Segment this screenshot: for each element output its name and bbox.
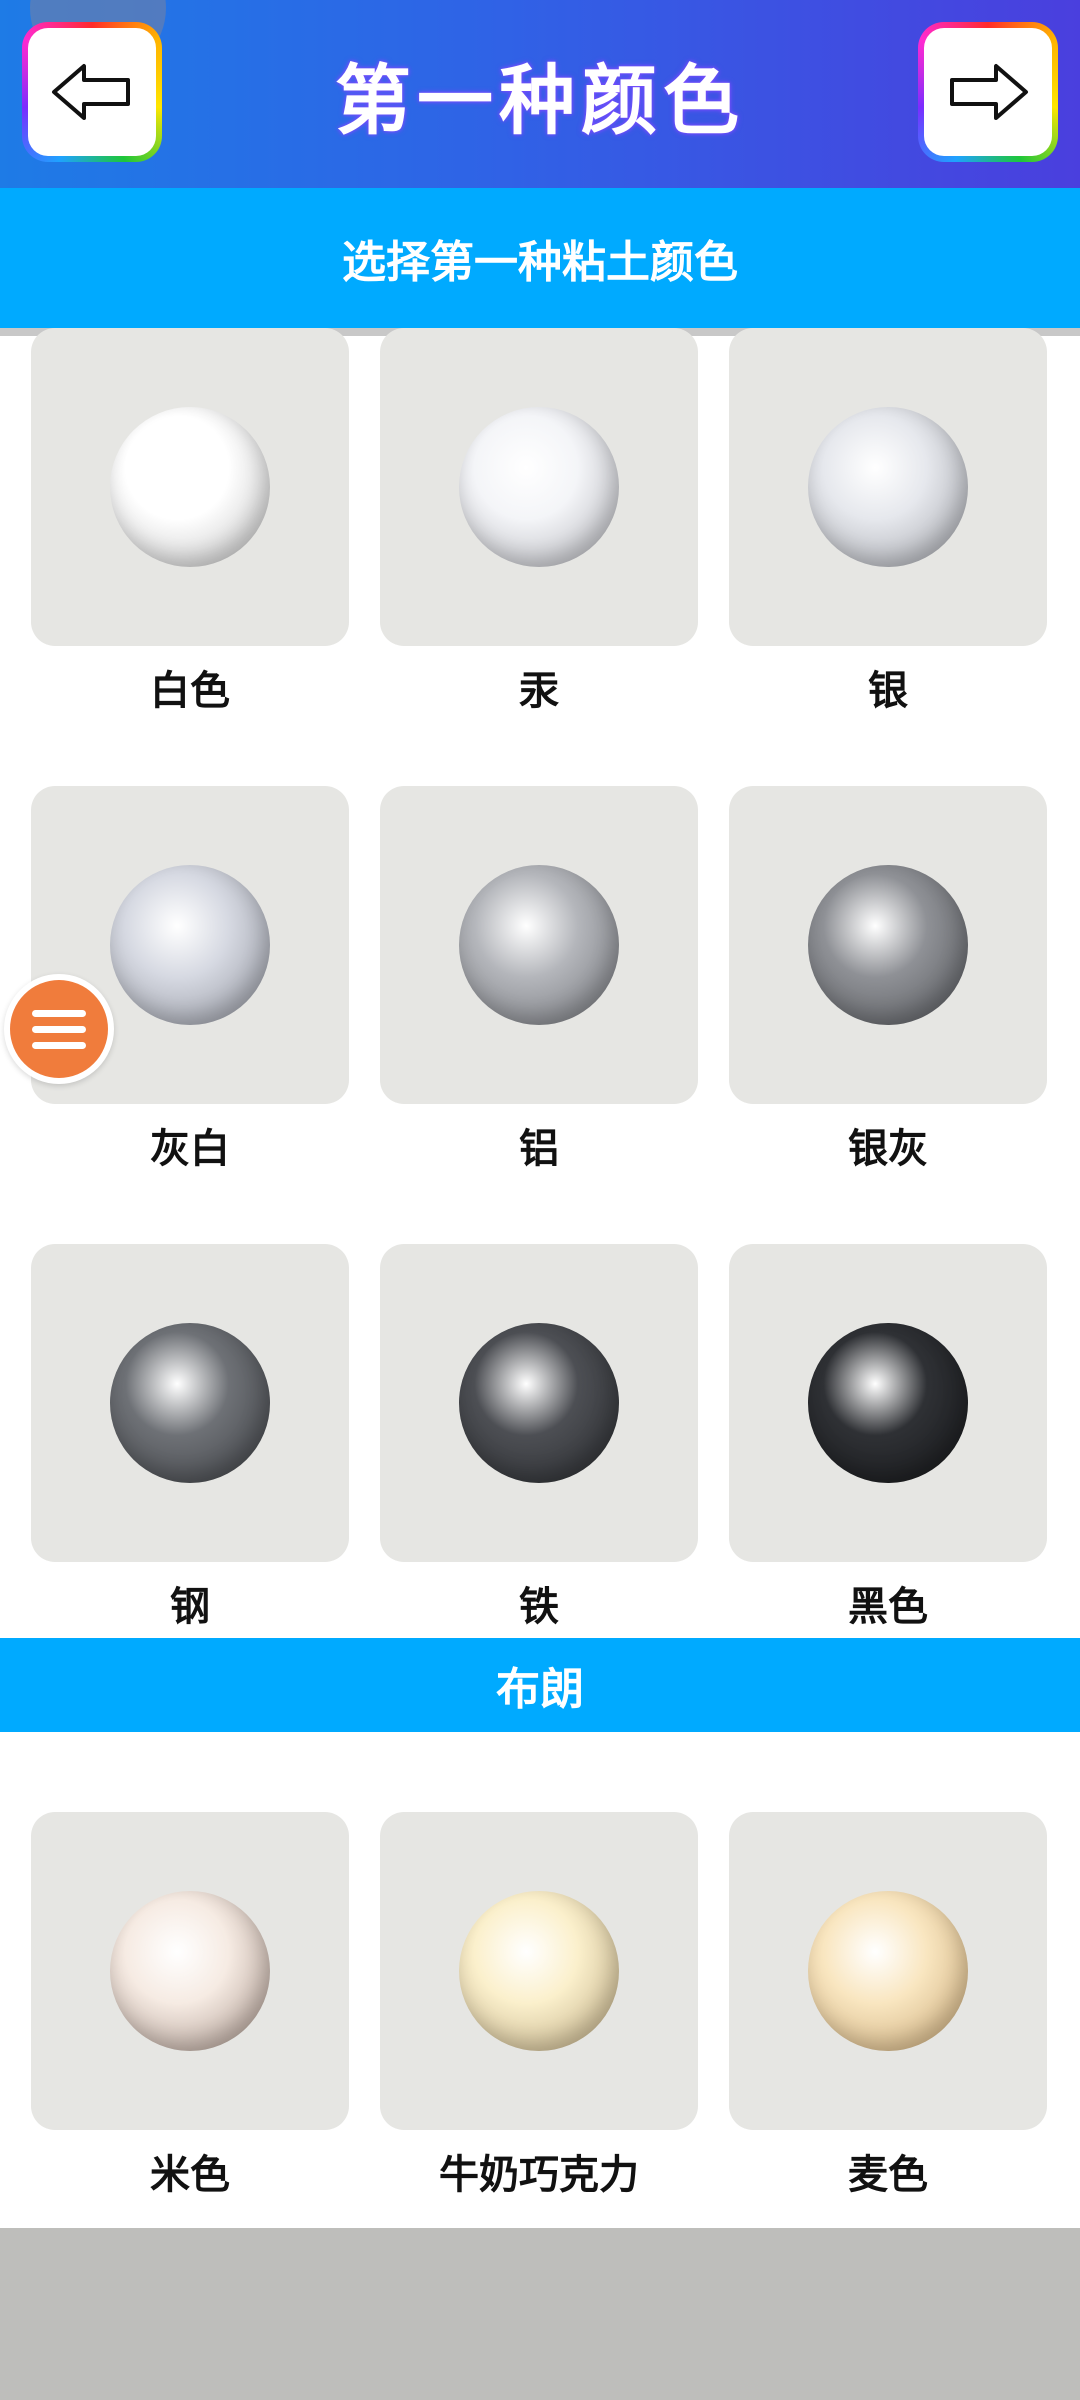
clay-ball-swatch xyxy=(110,1891,270,2051)
color-swatch-tile[interactable] xyxy=(380,786,698,1104)
floating-menu-button[interactable] xyxy=(4,974,114,1084)
clay-ball-swatch xyxy=(110,1323,270,1483)
clay-ball-swatch xyxy=(459,1891,619,2051)
color-name-label: 汞 xyxy=(519,668,559,714)
color-swatch-tile[interactable] xyxy=(380,1244,698,1562)
subheader-title: 选择第一种粘土颜色 xyxy=(0,188,1080,328)
color-name-label: 铝 xyxy=(519,1126,559,1172)
color-swatch-tile[interactable] xyxy=(729,328,1047,646)
color-swatch-tile[interactable] xyxy=(380,1812,698,2130)
menu-icon xyxy=(10,980,108,1078)
clay-ball-swatch xyxy=(459,865,619,1025)
color-name-label: 银 xyxy=(868,668,908,714)
clay-ball-swatch xyxy=(110,865,270,1025)
color-name-label: 铁 xyxy=(519,1584,559,1630)
bottom-banner-area xyxy=(0,2228,1080,2400)
clay-ball-swatch xyxy=(808,865,968,1025)
color-name-label: 黑色 xyxy=(848,1584,928,1630)
section-title-brown: 布朗 xyxy=(0,1638,1080,1732)
color-swatch-tile[interactable] xyxy=(729,1812,1047,2130)
color-swatch-tile[interactable] xyxy=(729,1244,1047,1562)
clay-ball-swatch xyxy=(110,407,270,567)
clay-ball-swatch xyxy=(808,407,968,567)
next-button[interactable] xyxy=(918,22,1058,162)
color-swatch-tile[interactable] xyxy=(380,328,698,646)
color-name-label: 白色 xyxy=(150,668,230,714)
color-name-label: 米色 xyxy=(150,2152,230,2198)
clay-ball-swatch xyxy=(459,1323,619,1483)
color-swatch-tile[interactable] xyxy=(31,328,349,646)
clay-ball-swatch xyxy=(459,407,619,567)
color-name-label: 银灰 xyxy=(848,1126,928,1172)
clay-ball-swatch xyxy=(808,1891,968,2051)
clay-ball-swatch xyxy=(808,1323,968,1483)
color-name-label: 灰白 xyxy=(150,1126,230,1172)
color-swatch-tile[interactable] xyxy=(729,786,1047,1104)
color-name-label: 牛奶巧克力 xyxy=(439,2152,639,2198)
arrow-right-icon xyxy=(950,64,1028,120)
color-name-label: 麦色 xyxy=(848,2152,928,2198)
color-name-label: 钢 xyxy=(170,1584,210,1630)
color-swatch-tile[interactable] xyxy=(31,1812,349,2130)
color-swatch-tile[interactable] xyxy=(31,1244,349,1562)
